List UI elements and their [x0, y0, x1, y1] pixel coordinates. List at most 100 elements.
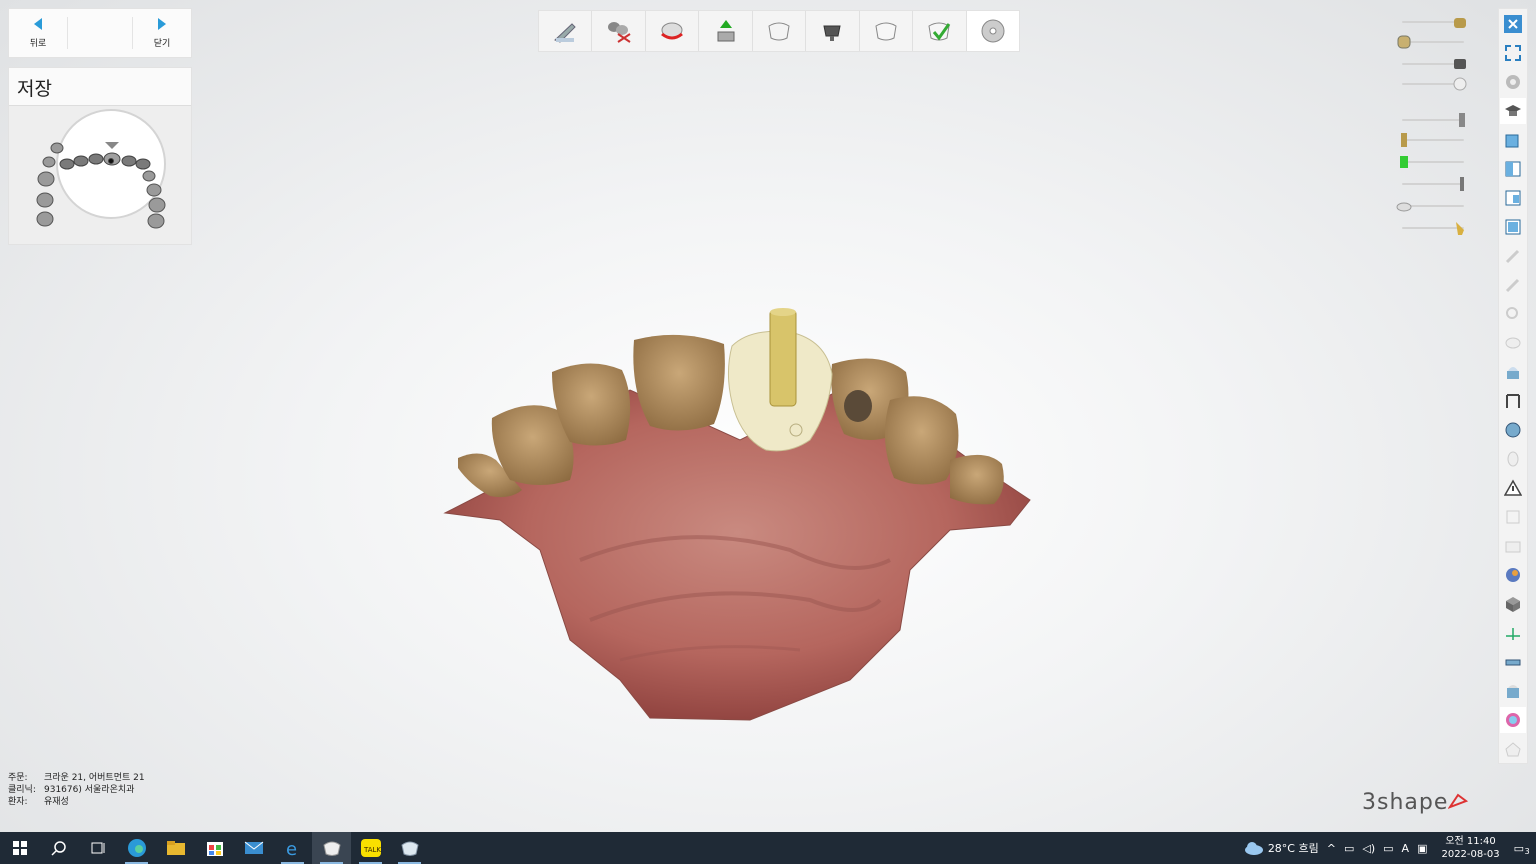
fullscreen-button[interactable]	[1500, 40, 1526, 66]
slider-abutment[interactable]	[1396, 56, 1472, 72]
clock[interactable]: 오전 11:40 2022-08-03	[1441, 835, 1499, 861]
learn-button[interactable]	[1500, 97, 1526, 124]
task-view-button[interactable]	[78, 832, 117, 864]
tool-disabled-7[interactable]	[1500, 533, 1526, 559]
view-right-button[interactable]	[1500, 185, 1526, 211]
order-info: 주문: 크라운 21, 어버트먼트 21 클리닉: 931676) 서울라온치과 환…	[8, 772, 145, 808]
tooth-16	[37, 171, 55, 187]
close-button[interactable]: 닫기	[133, 9, 191, 57]
tooth-26	[148, 197, 166, 213]
back-button[interactable]: 뒤로	[9, 9, 67, 57]
slider-crown[interactable]	[1396, 76, 1472, 92]
slider-preparation[interactable]	[1396, 14, 1472, 30]
step-scan-prep[interactable]	[539, 11, 593, 51]
step-insertion[interactable]	[699, 11, 753, 51]
sculpt-icon	[1505, 278, 1520, 292]
screw-channel	[769, 309, 797, 407]
step-save[interactable]	[966, 11, 1019, 51]
chevron-up-icon[interactable]: ^	[1327, 842, 1336, 855]
step-cut-trim[interactable]	[592, 11, 646, 51]
workflow-toolbar	[538, 10, 1020, 52]
tool-disabled-2[interactable]	[1500, 272, 1526, 298]
notification-icon[interactable]: ▭ 3	[1514, 842, 1530, 856]
order-key: 주문:	[8, 773, 28, 783]
tooth-25	[146, 183, 162, 197]
tool-disabled-6[interactable]	[1500, 504, 1526, 530]
step-margin[interactable]	[646, 11, 700, 51]
tool-disabled-1[interactable]	[1500, 243, 1526, 269]
tool-cube-view[interactable]	[1500, 591, 1526, 617]
rotate-icon	[1506, 74, 1520, 89]
tool-disabled-4[interactable]	[1500, 330, 1526, 356]
ie-app[interactable]: e	[273, 832, 312, 864]
cross-section-icon	[1507, 366, 1519, 379]
view-front-button[interactable]	[1500, 127, 1526, 153]
meet-icon[interactable]: ▭	[1344, 842, 1354, 855]
3shape-app[interactable]	[312, 832, 351, 864]
patient-value: 유재성	[44, 797, 69, 807]
scan-view-icon	[1507, 684, 1519, 698]
view-left-button[interactable]	[1500, 156, 1526, 182]
tooth-gold-icon	[1397, 35, 1411, 49]
dental-app-2[interactable]	[390, 832, 429, 864]
slider-implant[interactable]	[1396, 132, 1472, 148]
tool-measure[interactable]	[1500, 417, 1526, 443]
weather-text[interactable]: 28°C 흐림	[1268, 840, 1319, 856]
tooth-18	[36, 211, 54, 227]
tool-scan-view[interactable]	[1500, 678, 1526, 704]
crown-abutment-21	[727, 308, 833, 452]
tool-color-map[interactable]	[1500, 562, 1526, 588]
close-view-button[interactable]	[1500, 11, 1526, 37]
tooth-27	[147, 213, 165, 229]
tooth-22	[121, 155, 137, 167]
tooth-chart[interactable]	[9, 106, 193, 244]
close-label: 닫기	[153, 38, 171, 49]
tooth-13	[59, 158, 75, 170]
abutment-icon	[823, 25, 842, 41]
tool-ruler[interactable]	[1500, 649, 1526, 675]
magnify-icon	[1506, 306, 1518, 319]
slider-antagonist[interactable]	[1396, 34, 1472, 50]
explorer-app[interactable]	[156, 832, 195, 864]
tool-color-wheel[interactable]	[1500, 706, 1526, 733]
tool-cross-section[interactable]	[1500, 359, 1526, 385]
svg-text:e: e	[286, 839, 297, 858]
taskbar: e TALK 28°C 흐림 ^ ▭ ◁) ▭ A ▣ 오전 11:40 202…	[0, 832, 1536, 864]
slider-screw[interactable]	[1396, 112, 1472, 128]
cube-front-icon	[1505, 134, 1519, 147]
step-crown-check[interactable]	[913, 11, 967, 51]
search-button[interactable]	[39, 832, 78, 864]
view-bottom-button[interactable]	[1500, 214, 1526, 240]
edge-app[interactable]	[117, 832, 156, 864]
kakaotalk-app[interactable]: TALK	[351, 832, 390, 864]
ime-mode-icon[interactable]: ▣	[1417, 842, 1427, 855]
step-crown-design[interactable]	[860, 11, 914, 51]
color-map-icon	[1506, 567, 1520, 582]
tool-warning[interactable]	[1500, 475, 1526, 501]
tool-clipping[interactable]	[1500, 388, 1526, 414]
tool-disabled-8[interactable]	[1500, 736, 1526, 762]
network-icon[interactable]: ▭	[1383, 842, 1393, 855]
ime-indicator[interactable]: A	[1402, 842, 1410, 855]
warning-icon	[1504, 478, 1522, 496]
tool-axis[interactable]	[1500, 620, 1526, 646]
tool-disabled-3[interactable]	[1500, 301, 1526, 327]
mail-app[interactable]	[234, 832, 273, 864]
windows-logo-icon	[12, 841, 27, 855]
slider-scanbody[interactable]	[1396, 154, 1472, 170]
slider-pin[interactable]	[1396, 176, 1472, 192]
3d-scan-viewport[interactable]	[430, 300, 1050, 730]
store-app[interactable]	[195, 832, 234, 864]
rotate-button[interactable]	[1500, 69, 1526, 95]
slider-gingiva[interactable]	[1396, 198, 1472, 214]
tool-disabled-5[interactable]	[1500, 446, 1526, 472]
tooth-15	[42, 156, 56, 168]
slider-waxup[interactable]	[1396, 220, 1472, 236]
step-crown-anatomy[interactable]	[753, 11, 807, 51]
start-button[interactable]	[0, 832, 39, 864]
volume-icon[interactable]: ◁)	[1362, 842, 1375, 855]
folder-icon	[166, 841, 185, 855]
step-abutment[interactable]	[806, 11, 860, 51]
tooth-22-cavity	[844, 390, 872, 422]
patient-key: 환자:	[8, 797, 28, 807]
